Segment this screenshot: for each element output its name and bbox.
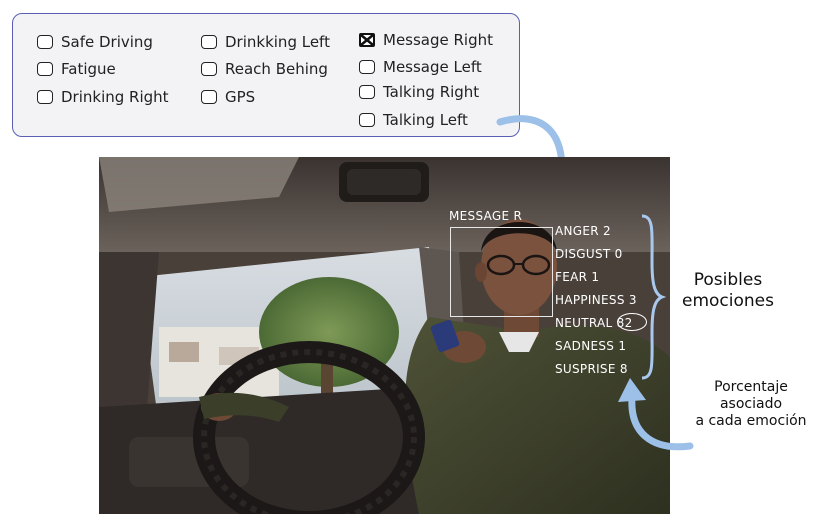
emotion-anger: ANGER 2: [555, 224, 611, 238]
checkbox-box[interactable]: [359, 60, 375, 74]
face-detection-box: [450, 227, 553, 317]
emotion-disgust: DISGUST 0: [555, 247, 623, 261]
driver-camera-image: MESSAGE R ANGER 2 DISGUST 0 FEAR 1 HAPPI…: [99, 157, 670, 514]
checkbox-box[interactable]: [359, 113, 375, 127]
checkbox-box[interactable]: [37, 62, 53, 76]
checkbox-label: Safe Driving: [61, 33, 153, 51]
checkbox-gps[interactable]: GPS: [201, 87, 255, 107]
checkbox-box[interactable]: [37, 35, 53, 49]
percentage-caption: Porcentaje asociado a cada emoción: [681, 379, 821, 430]
checkbox-message-right[interactable]: Message Right: [359, 30, 493, 50]
checkbox-safe-driving[interactable]: Safe Driving: [37, 32, 153, 52]
checkbox-label: Message Left: [383, 58, 482, 76]
emotion-surprise: SUSPRISE 8: [555, 362, 628, 376]
checkbox-talking-right[interactable]: Talking Right: [359, 82, 479, 102]
activity-legend-panel: Safe Driving Fatigue Drinking Right Drin…: [12, 13, 520, 137]
checkbox-box[interactable]: [359, 85, 375, 99]
caption-line: asociado: [719, 396, 783, 412]
checkbox-label: Drinkking Left: [225, 33, 330, 51]
emotion-sadness: SADNESS 1: [555, 339, 627, 353]
checkbox-fatigue[interactable]: Fatigue: [37, 59, 116, 79]
checked-checkbox-box[interactable]: [359, 33, 375, 47]
caption-line: a cada emoción: [695, 413, 807, 429]
checkbox-drinking-right[interactable]: Drinking Right: [37, 87, 169, 107]
checkbox-box[interactable]: [201, 62, 217, 76]
checkbox-message-left[interactable]: Message Left: [359, 57, 482, 77]
checkbox-label: Fatigue: [61, 60, 116, 78]
caption-line: Porcentaje: [714, 379, 788, 395]
caption-line: Posibles: [693, 270, 763, 290]
checkbox-box[interactable]: [37, 90, 53, 104]
checkbox-box[interactable]: [201, 90, 217, 104]
checkbox-label: Talking Right: [383, 83, 480, 101]
curly-brace-icon: [641, 214, 666, 380]
emotion-happiness: HAPPINESS 3: [555, 293, 637, 307]
checkbox-label: GPS: [225, 88, 256, 106]
x-mark-icon: [360, 34, 374, 46]
checkbox-label: Drinking Right: [61, 88, 169, 106]
checkbox-label: Message Right: [383, 31, 494, 49]
detected-activity-label: MESSAGE R: [449, 209, 523, 223]
checkbox-drinking-left[interactable]: Drinkking Left: [201, 32, 330, 52]
caption-line: emociones: [682, 291, 774, 311]
driver-scene-illustration: [99, 157, 670, 514]
checkbox-label: Reach Behing: [225, 60, 328, 78]
checkbox-box[interactable]: [201, 35, 217, 49]
checkbox-label: Talking Left: [383, 111, 468, 129]
emotion-fear: FEAR 1: [555, 270, 600, 284]
possible-emotions-caption: Posibles emociones: [672, 270, 784, 312]
checkbox-reach-behind[interactable]: Reach Behing: [201, 59, 328, 79]
checkbox-talking-left[interactable]: Talking Left: [359, 110, 468, 130]
